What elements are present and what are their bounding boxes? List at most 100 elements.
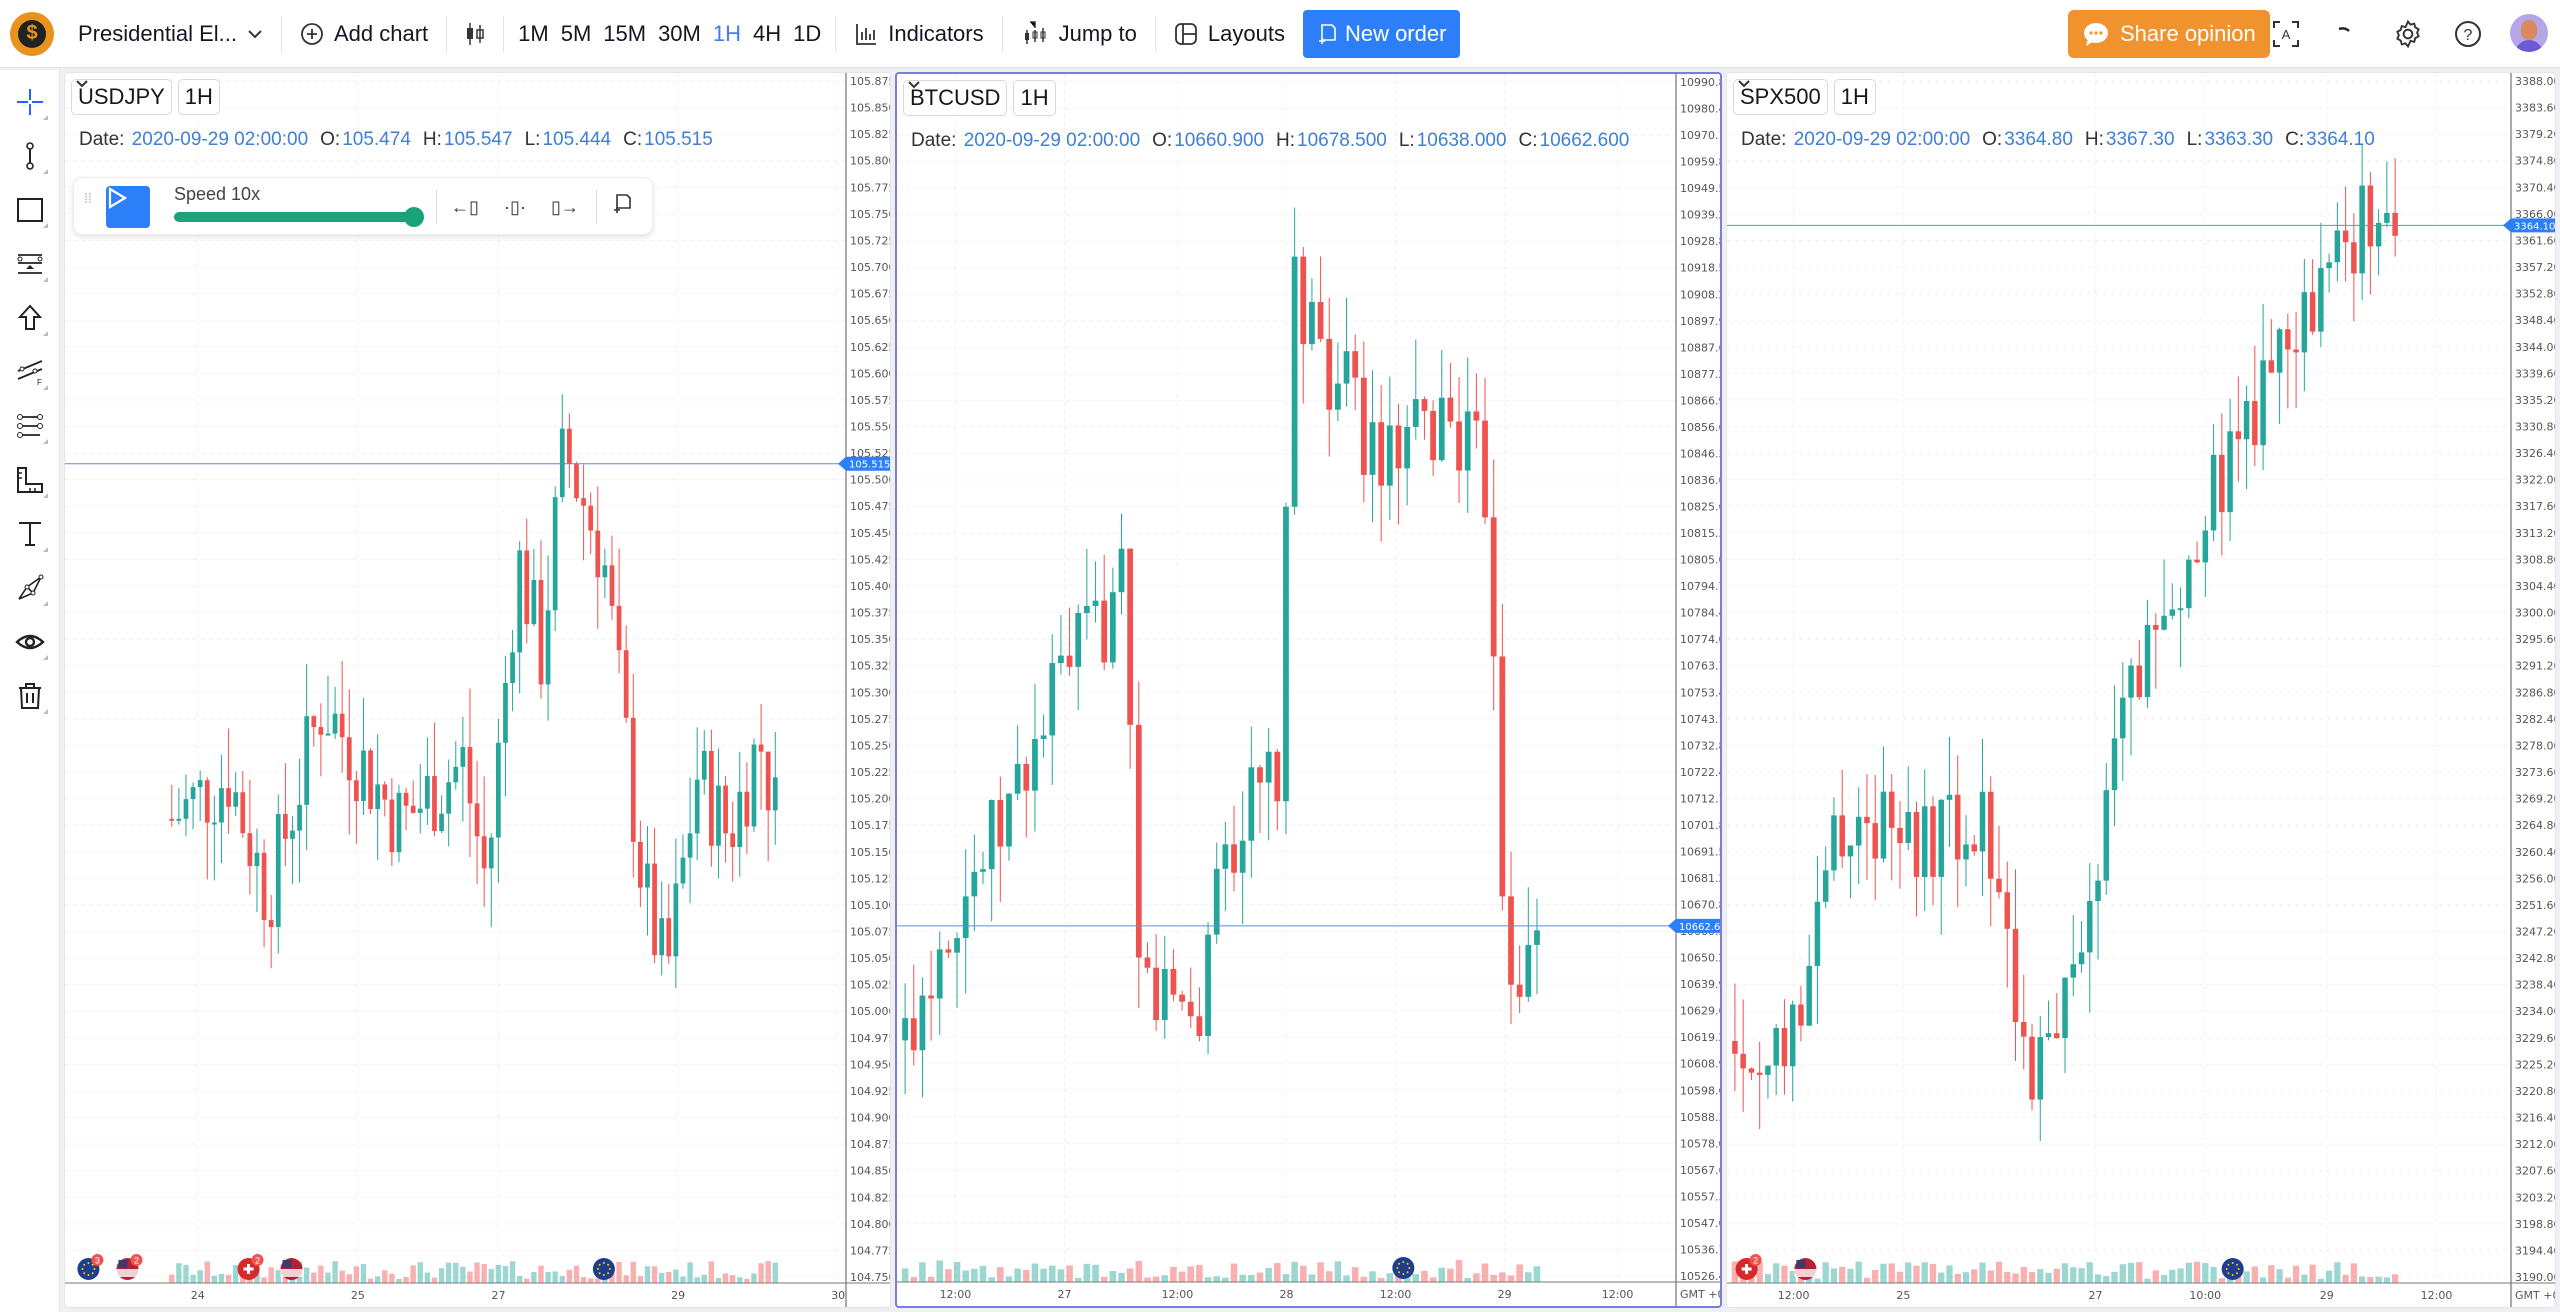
candle	[2309, 259, 2316, 335]
divider	[436, 190, 437, 224]
candle	[730, 801, 736, 882]
candle	[2202, 516, 2209, 597]
settings-gear-icon[interactable]	[2388, 14, 2428, 54]
volume-bar	[962, 1270, 969, 1282]
volume-bar	[658, 1272, 665, 1283]
timeframe-1m[interactable]: 1M	[512, 21, 555, 47]
open-key: O:	[320, 129, 341, 150]
jump-to-button[interactable]: Jump to	[1011, 10, 1147, 58]
layout-name-dropdown[interactable]: Presidential El...	[68, 10, 273, 58]
y-tick-label: 105.700	[850, 261, 890, 274]
volume-bar	[2276, 1269, 2283, 1283]
y-tick-label: 105.275	[850, 713, 890, 726]
candle	[1880, 746, 1887, 863]
y-tick-label: 3335.20	[2515, 394, 2555, 407]
pattern-icon[interactable]	[10, 568, 50, 608]
volume-bar	[1921, 1262, 1928, 1283]
eye-icon[interactable]	[10, 622, 50, 662]
volume-bar	[1239, 1274, 1246, 1282]
y-tick-label: 3216.40	[2515, 1112, 2555, 1125]
timeframe-1h[interactable]: 1H	[707, 21, 747, 47]
timeframe-30m[interactable]: 30M	[652, 21, 707, 47]
y-tick-label: 3291.20	[2515, 660, 2555, 673]
crosshair-icon[interactable]	[10, 82, 50, 122]
text-icon[interactable]	[10, 514, 50, 554]
chart-canvas[interactable]: 10990.80 10980.48 10970.16 10959.84 10949.52…	[897, 74, 1720, 1306]
economic-event-eu-flag[interactable]	[1392, 1257, 1415, 1279]
chart-canvas[interactable]: 105.875 105.850 105.825 105.800 105.775 105.7…	[65, 73, 890, 1307]
y-tick-label: 10557.36	[1680, 1190, 1720, 1203]
interval-selector[interactable]: 1H	[76, 79, 220, 115]
candle	[638, 820, 643, 907]
arrow-up-icon[interactable]	[10, 298, 50, 338]
fib-retracement-icon[interactable]	[10, 244, 50, 284]
candle	[623, 625, 629, 723]
volume-bar	[2367, 1277, 2374, 1283]
plus-circle-icon	[301, 22, 323, 45]
ohlc-legend: Date: 2020-09-29 02:00:00 O: 10660.900 H: 10…	[911, 130, 1641, 152]
y-tick-label: 10526.40	[1680, 1270, 1720, 1283]
share-opinion-button[interactable]: Share opinion	[2068, 10, 2270, 58]
trend-line-icon[interactable]	[10, 136, 50, 176]
app-logo[interactable]: $	[10, 11, 54, 56]
economic-event-eu-flag[interactable]: 3	[77, 1254, 104, 1280]
ruler-icon[interactable]	[10, 460, 50, 500]
economic-event-us-flag[interactable]: 2	[116, 1254, 143, 1280]
volume-bar	[2193, 1261, 2201, 1283]
candle	[737, 751, 743, 877]
economic-event-eu-flag[interactable]	[592, 1258, 615, 1280]
y-tick-label: 3229.60	[2515, 1032, 2555, 1045]
economic-event-us-flag[interactable]	[1794, 1258, 1817, 1280]
chart-panel-usdjpy[interactable]: 105.875 105.850 105.825 105.800 105.775 105.7…	[64, 72, 891, 1308]
chart-panel-btcusd[interactable]: 10990.80 10980.48 10970.16 10959.84 10949.52…	[895, 72, 1722, 1308]
volume-bar	[183, 1264, 189, 1283]
auto-scale-icon[interactable]: A	[2266, 14, 2306, 54]
parallel-channel-icon[interactable]	[10, 406, 50, 446]
indicators-button[interactable]: Indicators	[844, 10, 993, 58]
candle	[1075, 604, 1082, 711]
speed-slider-knob[interactable]	[404, 207, 424, 227]
step-forward-icon[interactable]: ▯→	[550, 192, 580, 222]
volume-bar	[509, 1261, 516, 1283]
candle	[1930, 796, 1936, 906]
timeframe-15m[interactable]: 15M	[597, 21, 652, 47]
candle	[382, 781, 388, 817]
candle	[1773, 1023, 1779, 1096]
help-icon[interactable]: ?	[2448, 14, 2488, 54]
volume-bar	[1360, 1276, 1368, 1282]
timeframe-1d[interactable]: 1D	[787, 21, 827, 47]
layouts-button[interactable]: Layouts	[1164, 10, 1295, 58]
economic-event-eu-flag[interactable]	[2221, 1258, 2244, 1280]
candle	[1872, 774, 1878, 901]
fib-channel-icon[interactable]: F	[10, 352, 50, 392]
new-order-button[interactable]: New order	[1302, 9, 1461, 58]
chart-type-button[interactable]	[455, 10, 495, 58]
volume-bar	[979, 1265, 987, 1282]
interval-selector[interactable]: 1H	[908, 80, 1056, 116]
volume-bar	[2350, 1263, 2358, 1283]
play-button[interactable]	[106, 186, 150, 228]
chart-canvas[interactable]: 3388.003383.603379.203374.803370.403366.…	[1727, 73, 2555, 1307]
volume-bar	[1299, 1265, 1307, 1282]
timeframe-5m[interactable]: 5M	[555, 21, 598, 47]
chart-panel-spx500[interactable]: 3388.003383.603379.203374.803370.403366.…	[1726, 72, 2556, 1308]
user-avatar[interactable]	[2510, 14, 2548, 52]
step-back-icon[interactable]: ←▯	[450, 192, 480, 222]
timeframe-4h[interactable]: 4H	[747, 21, 787, 47]
exit-replay-icon[interactable]	[612, 192, 642, 222]
volume-bar	[2152, 1270, 2159, 1283]
add-chart-button[interactable]: Add chart	[290, 10, 438, 58]
y-tick-label: 105.075	[850, 925, 890, 938]
interval-selector[interactable]: 1H	[1738, 79, 1876, 115]
speed-label: Speed 10x	[174, 184, 261, 204]
economic-event-us-flag[interactable]	[280, 1258, 303, 1280]
trash-icon[interactable]	[10, 676, 50, 716]
volume-bar	[232, 1265, 239, 1283]
volume-bar	[2268, 1265, 2275, 1283]
rectangle-icon[interactable]	[10, 190, 50, 230]
drag-handle-icon[interactable]: ⁞⁞	[84, 191, 92, 205]
speed-slider[interactable]	[174, 207, 424, 227]
timezone-label[interactable]: GMT +0	[1680, 1288, 1720, 1301]
single-bar-icon[interactable]: ·▯·	[500, 192, 530, 222]
timezone-label[interactable]: GMT +0	[2515, 1289, 2555, 1302]
